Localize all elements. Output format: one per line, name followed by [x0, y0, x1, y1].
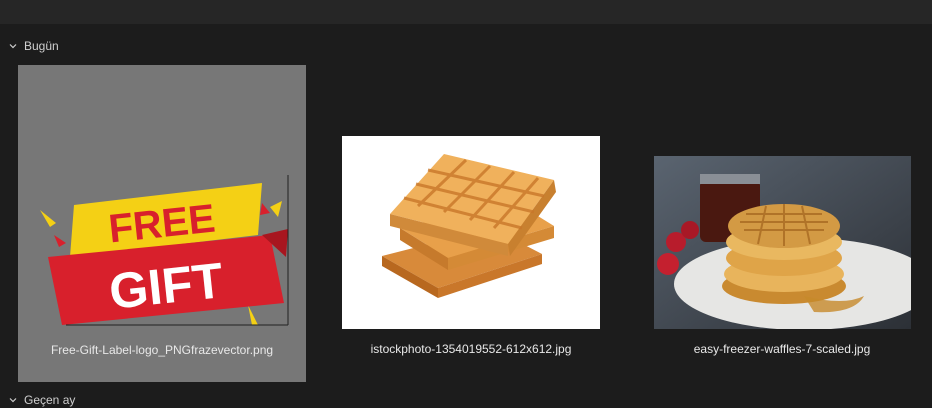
file-tile-freezer-waffles[interactable]: easy-freezer-waffles-7-scaled.jpg	[640, 140, 924, 380]
group-label: Bugün	[24, 39, 59, 53]
file-name: istockphoto-1354019552-612x612.jpg	[370, 342, 572, 356]
file-name: easy-freezer-waffles-7-scaled.jpg	[693, 342, 871, 356]
file-name: Free-Gift-Label-logo_PNGfrazevector.png	[50, 343, 274, 357]
free-gift-label-image: FREE GIFT	[40, 175, 289, 326]
group-header-today[interactable]: Bugün	[8, 38, 59, 54]
plated-waffles-image	[654, 156, 911, 329]
file-thumbnail	[342, 136, 600, 329]
file-tile-istockphoto[interactable]: istockphoto-1354019552-612x612.jpg	[330, 120, 612, 380]
group-label: Geçen ay	[24, 393, 76, 407]
top-toolbar-strip	[0, 0, 932, 24]
group-header-last-month[interactable]: Geçen ay	[8, 392, 75, 408]
file-tile-free-gift[interactable]: FREE GIFT Free-Gift-Label-logo_PNGfrazev…	[18, 65, 306, 382]
file-thumbnail	[654, 156, 911, 329]
svg-text:GIFT: GIFT	[107, 252, 226, 320]
file-thumbnail: FREE GIFT	[26, 165, 298, 335]
chevron-down-icon	[9, 44, 17, 49]
waffles-stack-image	[382, 154, 556, 298]
